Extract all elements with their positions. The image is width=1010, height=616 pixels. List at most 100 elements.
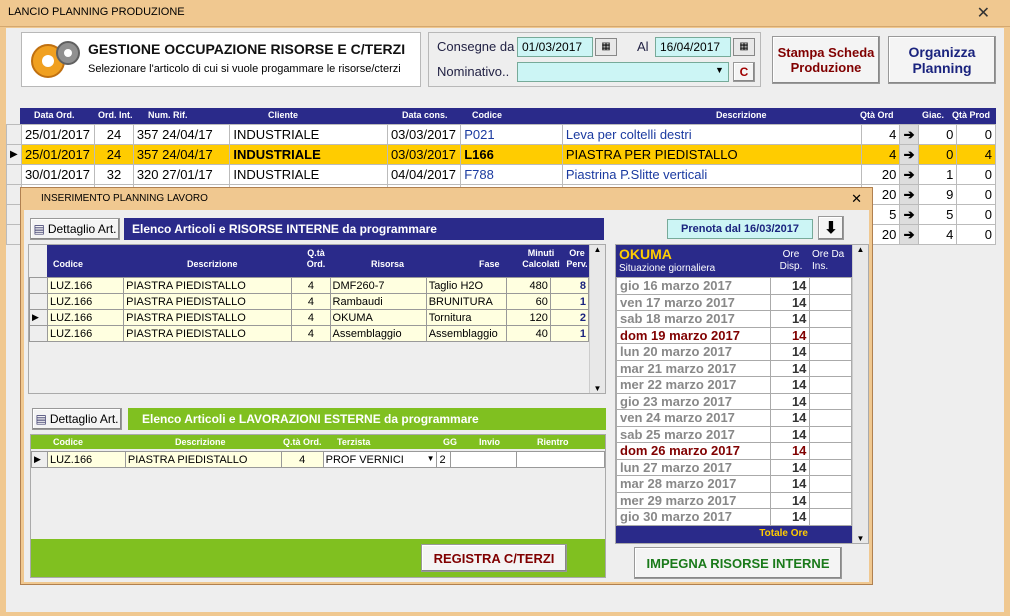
calendar-day-row[interactable]: dom 19 marzo 2017 14 (616, 326, 852, 344)
close-icon[interactable]: ✕ (977, 3, 990, 23)
gears-icon (31, 41, 80, 78)
internal-scrollbar[interactable]: ▲ ▼ (589, 245, 605, 393)
arrow-down-icon[interactable]: ⬇ (818, 216, 844, 240)
calendar-hours: 14 (769, 409, 811, 427)
terzista-select[interactable]: PROF VERNICI ▼ (322, 451, 438, 468)
calendar-hours: 14 (769, 475, 811, 493)
scroll-down-icon[interactable]: ▼ (590, 384, 605, 393)
calendar-day: lun 27 marzo 2017 (616, 458, 771, 476)
scroll-down-icon[interactable]: ▼ (853, 534, 868, 543)
calendar-day-row[interactable]: gio 16 marzo 2017 14 (616, 277, 852, 295)
arrow-right-icon[interactable]: ➔ (899, 204, 919, 225)
calendar-scrollbar[interactable]: ▲ ▼ (852, 245, 868, 543)
table-row[interactable]: LUZ.166 PIASTRA PIEDISTALLO 4 DMF260-7 Tagli… (28, 277, 590, 294)
table-row[interactable]: 25/01/2017 24 357 24/04/17 INDUSTRIALE 0… (6, 124, 996, 145)
calendar-to-icon[interactable]: ▦ (733, 38, 755, 56)
table-row[interactable]: LUZ.166 PIASTRA PIEDISTALLO 4 Rambaudi BRUNI… (28, 293, 590, 310)
calendar-to-insert (809, 491, 852, 509)
calendar-day-row[interactable]: sab 25 marzo 2017 14 (616, 425, 852, 443)
calendar-day-row[interactable]: lun 20 marzo 2017 14 (616, 343, 852, 361)
calendar-day: mar 28 marzo 2017 (616, 475, 771, 493)
calendar-day-row[interactable]: sab 18 marzo 2017 14 (616, 310, 852, 328)
scroll-up-icon[interactable]: ▲ (853, 245, 868, 254)
calendar-day-row[interactable]: mar 28 marzo 2017 14 (616, 475, 852, 493)
section-internal-title: Elenco Articoli e RISORSE INTERNE da pro… (124, 218, 604, 240)
stampa-scheda-button[interactable]: Stampa Scheda Produzione (772, 36, 880, 84)
arrow-right-icon[interactable]: ➔ (899, 184, 919, 205)
calendar-hours: 14 (769, 491, 811, 509)
arrow-right-icon[interactable]: ➔ (899, 224, 919, 245)
close-icon[interactable]: ✕ (851, 191, 862, 207)
detail-icon: ▤ (35, 412, 47, 426)
table-row[interactable]: ▶ LUZ.166 PIASTRA PIEDISTALLO 4 OKUMA Tornitu… (28, 309, 590, 326)
col-giac: Giac. (922, 110, 945, 120)
arrow-right-icon[interactable]: ➔ (899, 124, 919, 145)
calendar-situazione: Situazione giornaliera (619, 263, 716, 274)
col-qta-prod: Qtà Prod (952, 110, 991, 120)
clear-button[interactable]: C (733, 62, 755, 82)
dettaglio-art-button[interactable]: ▤ Dettaglio Art. (30, 218, 120, 240)
scroll-up-icon[interactable]: ▲ (590, 245, 605, 254)
arrow-right-icon[interactable]: ➔ (899, 164, 919, 185)
calendar-to-insert (809, 376, 852, 394)
calendar-hours: 14 (769, 425, 811, 443)
chevron-down-icon[interactable]: ▼ (715, 65, 724, 75)
calendar-table: gio 16 marzo 2017 14 ven 17 marzo 2017 14 sa… (616, 277, 852, 526)
calendar-hours: 14 (769, 310, 811, 328)
table-row-selected[interactable]: ▶ 25/01/2017 24 357 24/04/17 INDUSTRIALE… (6, 144, 996, 165)
dettaglio-art-button-2[interactable]: ▤ Dettaglio Art. (32, 408, 122, 430)
organizza-planning-button[interactable]: Organizza Planning (888, 36, 996, 84)
date-from-input[interactable]: 01/03/2017 (517, 37, 593, 57)
calendar-day-row[interactable]: mar 21 marzo 2017 14 (616, 359, 852, 377)
calendar-day: sab 25 marzo 2017 (616, 425, 771, 443)
calendar-to-insert (809, 277, 852, 295)
calendar-day: ven 17 marzo 2017 (616, 293, 771, 311)
calendar-to-insert (809, 409, 852, 427)
date-to-input[interactable]: 16/04/2017 (655, 37, 731, 57)
popup-title: INSERIMENTO PLANNING LAVORO (41, 193, 208, 204)
header-box: GESTIONE OCCUPAZIONE RISORSE E C/TERZI S… (21, 32, 421, 87)
calendar-to-insert (809, 475, 852, 493)
calendar-day-row[interactable]: lun 27 marzo 2017 14 (616, 458, 852, 476)
calendar-from-icon[interactable]: ▦ (595, 38, 617, 56)
col-ord-int: Ord. Int. (98, 110, 133, 120)
calendar-day-row[interactable]: gio 30 marzo 2017 14 (616, 508, 852, 526)
impegna-risorse-button[interactable]: IMPEGNA RISORSE INTERNE (634, 547, 842, 579)
registra-cterzi-button[interactable]: REGISTRA C/TERZI (421, 544, 567, 572)
external-grid-header: Codice Descrizione Q.tà Ord. Terzista GG… (31, 435, 605, 449)
calendar-hours: 14 (769, 293, 811, 311)
col-qta-ord: Qtà Ord (860, 110, 894, 120)
planning-popup: INSERIMENTO PLANNING LAVORO ✕ ▤ Dettaglio… (20, 187, 873, 585)
external-grid: Codice Descrizione Q.tà Ord. Terzista GG… (30, 434, 606, 578)
header-subtitle: Selezionare l'articolo di cui si vuole p… (88, 63, 401, 75)
calendar-to-insert (809, 293, 852, 311)
arrow-right-icon[interactable]: ➔ (899, 144, 919, 165)
calendar-day-row[interactable]: mer 22 marzo 2017 14 (616, 376, 852, 394)
calendar-hours: 14 (769, 392, 811, 410)
calendar-day-row[interactable]: ven 24 marzo 2017 14 (616, 409, 852, 427)
calendar-hours: 14 (769, 376, 811, 394)
calendar-to-insert (809, 343, 852, 361)
calendar-day: mer 29 marzo 2017 (616, 491, 771, 509)
internal-table: LUZ.166 PIASTRA PIEDISTALLO 4 DMF260-7 Tagli… (28, 277, 590, 342)
internal-grid: Codice Descrizione Q.tà Ord. Risorsa Fas… (28, 244, 606, 394)
table-row[interactable]: 30/01/2017 32 320 27/01/17 INDUSTRIALE 0… (6, 164, 996, 185)
calendar-day: lun 20 marzo 2017 (616, 343, 771, 361)
calendar-header: OKUMA Situazione giornaliera Ore Disp. O… (616, 245, 852, 277)
nominativo-select[interactable] (517, 62, 729, 82)
calendar-day-row[interactable]: dom 26 marzo 2017 14 (616, 442, 852, 460)
calendar-day-row[interactable]: ven 17 marzo 2017 14 (616, 293, 852, 311)
calendar-day-row[interactable]: gio 23 marzo 2017 14 (616, 392, 852, 410)
table-row[interactable]: ▶ LUZ.166 PIASTRA PIEDISTALLO 4 PROF VER… (31, 451, 605, 468)
calendar-day: gio 30 marzo 2017 (616, 508, 771, 526)
table-row[interactable]: LUZ.166 PIASTRA PIEDISTALLO 4 Assemblaggio A… (28, 325, 590, 342)
calendar-hours: 14 (769, 458, 811, 476)
col-num-rif: Num. Rif. (148, 110, 188, 120)
calendar-day-row[interactable]: mer 29 marzo 2017 14 (616, 491, 852, 509)
row-pointer-icon: ▶ (28, 309, 49, 326)
calendar-to-insert (809, 458, 852, 476)
al-label: Al (637, 39, 649, 54)
calendar-to-insert (809, 442, 852, 460)
window-title: LANCIO PLANNING PRODUZIONE (8, 6, 185, 18)
col-ore-da-ins: Ore Da Ins. (812, 249, 845, 272)
